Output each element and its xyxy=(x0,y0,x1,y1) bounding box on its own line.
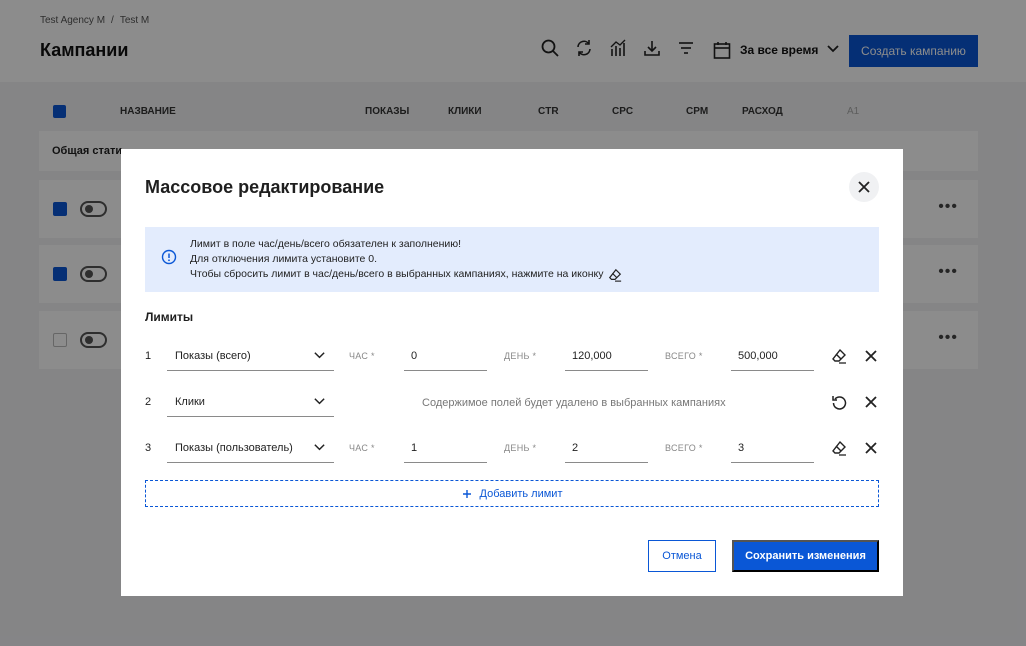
undo-icon[interactable] xyxy=(830,393,848,411)
total-label: ВСЕГО * xyxy=(665,443,703,453)
info-line: Для отключения лимита установите 0. xyxy=(190,253,378,265)
limit-type-select[interactable]: Показы (пользователь) xyxy=(167,433,334,463)
info-icon xyxy=(161,249,177,265)
add-limit-label: Добавить лимит xyxy=(479,487,563,500)
limit-type-select[interactable]: Клики xyxy=(167,387,334,417)
limit-row: 2 Клики Содержимое полей будет удалено в… xyxy=(145,386,879,422)
eraser-icon[interactable] xyxy=(830,347,848,365)
limit-type-value: Клики xyxy=(175,395,205,408)
plus-icon xyxy=(462,489,471,498)
total-input[interactable]: 500,000 xyxy=(731,341,814,371)
limit-number: 1 xyxy=(145,350,152,362)
chevron-down-icon xyxy=(314,398,325,405)
day-label: ДЕНЬ * xyxy=(504,443,537,453)
remove-limit-icon[interactable] xyxy=(862,393,880,411)
hour-input[interactable]: 1 xyxy=(404,433,487,463)
remove-limit-icon[interactable] xyxy=(862,439,880,457)
eraser-icon[interactable] xyxy=(830,439,848,457)
hour-label: ЧАС * xyxy=(349,351,375,361)
modal-title: Массовое редактирование xyxy=(145,177,385,197)
limit-number: 3 xyxy=(145,442,152,454)
limits-section-title: Лимиты xyxy=(145,310,194,324)
info-line-with-icon: Чтобы сбросить лимит в час/день/всего в … xyxy=(190,267,622,282)
chevron-down-icon xyxy=(314,352,325,359)
cancel-button[interactable]: Отмена xyxy=(648,540,716,572)
day-input[interactable]: 120,000 xyxy=(565,341,648,371)
day-label: ДЕНЬ * xyxy=(504,351,537,361)
info-line: Чтобы сбросить лимит в час/день/всего в … xyxy=(190,268,604,280)
save-changes-button[interactable]: Сохранить изменения xyxy=(732,540,879,572)
limit-type-value: Показы (всего) xyxy=(175,349,251,362)
chevron-down-icon xyxy=(314,444,325,451)
add-limit-button[interactable]: Добавить лимит xyxy=(145,480,879,507)
close-button[interactable] xyxy=(849,172,879,202)
info-line: Лимит в поле час/день/всего обязателен к… xyxy=(190,238,462,250)
limit-removed-note: Содержимое полей будет удалено в выбранн… xyxy=(422,397,726,409)
bulk-edit-modal: Массовое редактирование Лимит в поле час… xyxy=(121,149,903,596)
limit-number: 2 xyxy=(145,396,152,408)
total-input[interactable]: 3 xyxy=(731,433,814,463)
close-icon xyxy=(858,181,870,193)
total-label: ВСЕГО * xyxy=(665,351,703,361)
hour-input[interactable]: 0 xyxy=(404,341,487,371)
limit-row: 3 Показы (пользователь) ЧАС * 1 ДЕНЬ * 2… xyxy=(145,432,879,468)
limit-type-select[interactable]: Показы (всего) xyxy=(167,341,334,371)
limit-type-value: Показы (пользователь) xyxy=(175,441,293,454)
info-banner: Лимит в поле час/день/всего обязателен к… xyxy=(145,227,879,292)
day-input[interactable]: 2 xyxy=(565,433,648,463)
limit-row: 1 Показы (всего) ЧАС * 0 ДЕНЬ * 120,000 … xyxy=(145,340,879,376)
remove-limit-icon[interactable] xyxy=(862,347,880,365)
eraser-icon xyxy=(608,268,621,282)
hour-label: ЧАС * xyxy=(349,443,375,453)
